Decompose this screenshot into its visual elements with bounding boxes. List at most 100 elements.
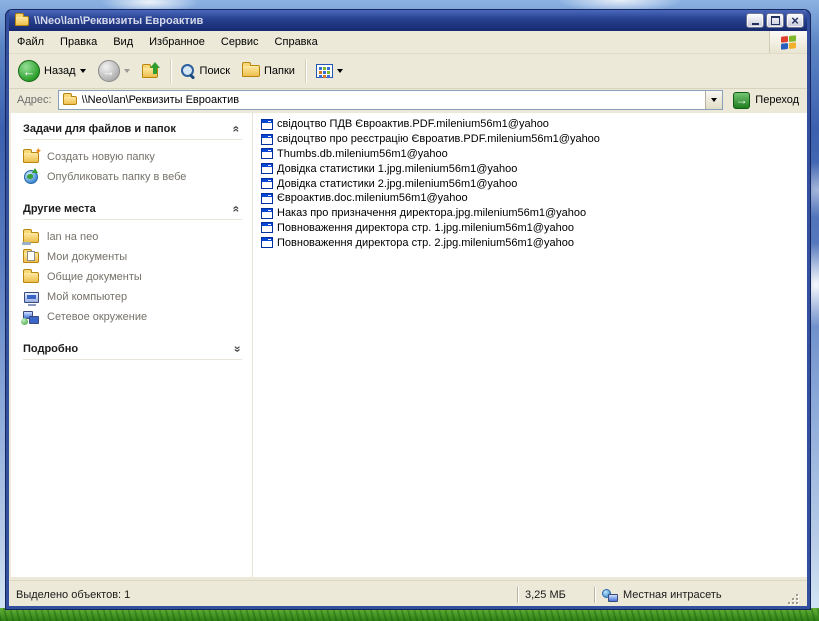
file-row[interactable]: Повноваження директора стр. 1.jpg.mileni…: [261, 221, 807, 236]
sidebar-item-my-documents[interactable]: Мои документы: [23, 247, 242, 267]
up-icon: [142, 65, 160, 78]
address-folder-icon: [63, 96, 77, 105]
file-name: Довідка статистики 2.jpg.milenium56m1@ya…: [277, 178, 517, 190]
file-name: Повноваження директора стр. 2.jpg.mileni…: [277, 237, 574, 249]
file-name: Thumbs.db.milenium56m1@yahoo: [277, 148, 448, 160]
desktop: \\Neo\lan\Реквизиты Евроактив Файл Правк…: [0, 0, 819, 621]
file-row[interactable]: свідоцтво ПДВ Євроактив.PDF.milenium56m1…: [261, 117, 807, 132]
file-icon: [261, 178, 273, 189]
desktop-grass: [0, 608, 819, 621]
section-title: Другие места: [23, 203, 96, 215]
status-zone: Местная интрасеть: [595, 584, 807, 606]
back-button[interactable]: Назад: [13, 56, 91, 86]
minimize-button[interactable]: [746, 13, 764, 28]
file-row[interactable]: Наказ про призначення директора.jpg.mile…: [261, 206, 807, 221]
folders-label: Папки: [264, 65, 295, 77]
go-icon: [733, 92, 750, 109]
toolbar: Назад Поиск Папки: [9, 54, 807, 89]
section-header-details[interactable]: Подробно: [23, 343, 242, 355]
back-icon: [18, 60, 40, 82]
address-input[interactable]: \\Neo\lan\Реквизиты Евроактив: [58, 90, 724, 110]
file-name: Наказ про призначення директора.jpg.mile…: [277, 207, 586, 219]
search-button[interactable]: Поиск: [176, 56, 235, 86]
go-label: Переход: [755, 94, 799, 106]
my-documents-icon: [23, 252, 39, 263]
forward-icon: [98, 60, 120, 82]
intranet-icon: [602, 589, 618, 602]
explorer-window: \\Neo\lan\Реквизиты Евроактив Файл Правк…: [6, 10, 810, 609]
section-header-file-tasks[interactable]: Задачи для файлов и папок: [23, 123, 242, 135]
folders-icon: [242, 65, 260, 77]
section-title: Задачи для файлов и папок: [23, 123, 176, 135]
title-bar[interactable]: \\Neo\lan\Реквизиты Евроактив: [9, 10, 807, 31]
section-details: Подробно: [23, 343, 242, 360]
shared-folder-icon: [23, 232, 39, 243]
file-icon: [261, 222, 273, 233]
sidebar-item-publish-web[interactable]: Опубликовать папку в вебе: [23, 167, 242, 187]
chevron-down-icon: [711, 98, 717, 102]
menu-favorites[interactable]: Избранное: [141, 31, 213, 53]
file-name: Довідка статистики 1.jpg.milenium56m1@ya…: [277, 163, 517, 175]
forward-button[interactable]: [93, 56, 135, 86]
divider: [23, 139, 242, 140]
toolbar-separator: [305, 59, 306, 83]
network-places-icon: [23, 311, 39, 324]
window-controls: [746, 13, 804, 28]
section-header-other-places[interactable]: Другие места: [23, 203, 242, 215]
back-label: Назад: [44, 65, 76, 77]
views-dropdown-icon[interactable]: [337, 69, 343, 73]
up-button[interactable]: [137, 56, 165, 86]
task-pane: Задачи для файлов и папок Создать новую …: [11, 113, 253, 577]
chevron-down-icon[interactable]: [231, 346, 243, 353]
status-size: 3,25 МБ: [518, 584, 594, 606]
sidebar-item-label: lan на neo: [47, 231, 98, 243]
sidebar-item-new-folder[interactable]: Создать новую папку: [23, 147, 242, 167]
menu-help[interactable]: Справка: [267, 31, 326, 53]
menu-tools[interactable]: Сервис: [213, 31, 267, 53]
file-name: Повноваження директора стр. 1.jpg.mileni…: [277, 222, 574, 234]
file-name: Євроактив.doc.milenium56m1@yahoo: [277, 192, 468, 204]
resize-grip[interactable]: [787, 593, 800, 606]
status-bar: Выделено объектов: 1 3,25 МБ Местная инт…: [9, 580, 807, 606]
file-row[interactable]: Довідка статистики 2.jpg.milenium56m1@ya…: [261, 176, 807, 191]
section-file-tasks: Задачи для файлов и папок Создать новую …: [23, 123, 242, 187]
sidebar-item-label: Опубликовать папку в вебе: [47, 171, 186, 183]
forward-dropdown-icon[interactable]: [124, 69, 130, 73]
menu-file[interactable]: Файл: [9, 31, 52, 53]
menu-view[interactable]: Вид: [105, 31, 141, 53]
file-row[interactable]: свідоцтво про реєстрацію Євроатив.PDF.mi…: [261, 132, 807, 147]
search-label: Поиск: [200, 65, 230, 77]
shared-documents-icon: [23, 272, 39, 283]
sidebar-item-my-computer[interactable]: Мой компьютер: [23, 287, 242, 307]
views-button[interactable]: [311, 56, 348, 86]
windows-flag-icon: [781, 35, 796, 50]
back-dropdown-icon[interactable]: [80, 69, 86, 73]
address-bar: Адрес: \\Neo\lan\Реквизиты Евроактив Пер…: [9, 89, 807, 113]
file-row[interactable]: Довідка статистики 1.jpg.milenium56m1@ya…: [261, 161, 807, 176]
folders-button[interactable]: Папки: [237, 56, 300, 86]
file-row[interactable]: Повноваження директора стр. 2.jpg.mileni…: [261, 235, 807, 250]
views-icon: [316, 64, 333, 78]
chevron-up-icon[interactable]: [231, 126, 243, 133]
divider: [23, 359, 242, 360]
toolbar-separator: [170, 59, 171, 83]
chevron-up-icon[interactable]: [231, 206, 243, 213]
file-row[interactable]: Thumbs.db.milenium56m1@yahoo: [261, 147, 807, 162]
go-button[interactable]: Переход: [729, 92, 803, 109]
file-icon: [261, 134, 273, 145]
status-selection: Выделено объектов: 1: [9, 584, 517, 606]
window-title: \\Neo\lan\Реквизиты Евроактив: [34, 15, 741, 27]
maximize-button[interactable]: [766, 13, 784, 28]
sidebar-item-lan-on-neo[interactable]: lan на neo: [23, 227, 242, 247]
address-dropdown-button[interactable]: [705, 91, 722, 109]
file-icon: [261, 193, 273, 204]
menu-edit[interactable]: Правка: [52, 31, 105, 53]
close-button[interactable]: [786, 13, 804, 28]
file-row[interactable]: Євроактив.doc.milenium56m1@yahoo: [261, 191, 807, 206]
file-list: свідоцтво ПДВ Євроактив.PDF.milenium56m1…: [253, 113, 807, 577]
sidebar-item-network-places[interactable]: Сетевое окружение: [23, 307, 242, 327]
search-icon: [181, 64, 196, 79]
file-name: свідоцтво ПДВ Євроактив.PDF.milenium56m1…: [277, 118, 549, 130]
sidebar-item-shared-documents[interactable]: Общие документы: [23, 267, 242, 287]
menu-bar: Файл Правка Вид Избранное Сервис Справка: [9, 31, 807, 54]
